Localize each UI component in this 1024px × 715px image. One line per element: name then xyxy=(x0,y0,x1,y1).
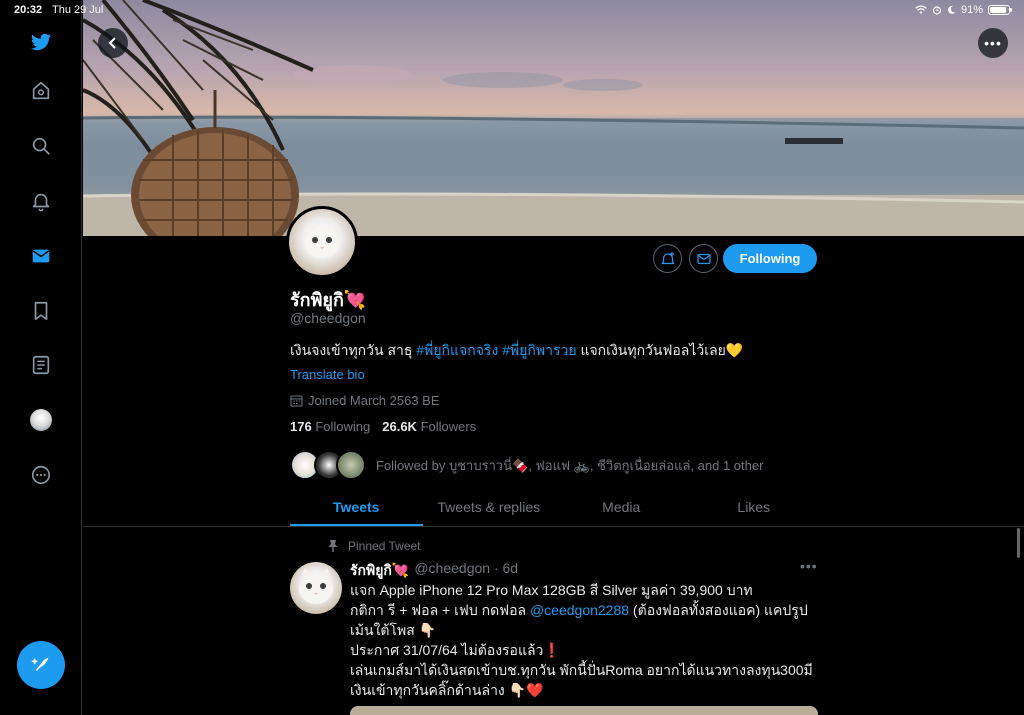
tweet-line: ประกาศ 31/07/64 ไม่ต้องรอแล้ว❗️ xyxy=(350,642,561,658)
tab-tweets[interactable]: Tweets xyxy=(290,490,423,526)
mail-icon[interactable] xyxy=(27,242,55,270)
tab-media[interactable]: Media xyxy=(555,490,688,526)
profile-banner xyxy=(83,0,1024,236)
chevron-left-icon xyxy=(108,37,116,49)
battery-icon xyxy=(988,5,1012,15)
bio-hashtag-link[interactable]: #พี่ยูกิพารวย xyxy=(502,342,576,358)
calendar-icon xyxy=(290,395,303,407)
tab-tweets-replies[interactable]: Tweets & replies xyxy=(423,490,556,526)
scrollbar[interactable] xyxy=(1017,528,1020,558)
following-button[interactable]: Following xyxy=(723,244,817,273)
bio-text: เงินจงเข้าทุกวัน สาธุ xyxy=(290,342,417,358)
profile-more-button[interactable]: ••• xyxy=(978,28,1008,58)
status-bar: 20:32 Thu 29 Jul 91% xyxy=(0,0,1024,20)
profile-tabs: Tweets Tweets & replies Media Likes xyxy=(290,490,820,526)
profile-avatar-icon[interactable] xyxy=(27,406,55,434)
cat-avatar-image xyxy=(299,568,333,604)
tweet-author-name[interactable]: รักพิยูกิ💘 xyxy=(350,560,409,582)
cat-avatar-image xyxy=(305,223,339,258)
tab-likes[interactable]: Likes xyxy=(688,490,821,526)
tweet-line-part: (ต้องฟอลทั้งสองแอค) แคปรูป xyxy=(629,602,808,618)
more-circle-icon[interactable] xyxy=(27,461,55,489)
translate-bio-link[interactable]: Translate bio xyxy=(290,367,365,382)
tweet-line: กติกา รี + ฟอล + เฟบ กดฟอล @ceedgon2288 … xyxy=(350,600,820,620)
compose-tweet-button[interactable] xyxy=(17,641,65,689)
mention-link[interactable]: @ceedgon2288 xyxy=(530,602,629,618)
profile-bio: เงินจงเข้าทุกวัน สาธุ #พี่ยูกิแจกจริง #พ… xyxy=(290,340,743,362)
search-icon[interactable] xyxy=(27,132,55,160)
profile-avatar[interactable] xyxy=(286,206,358,278)
list-icon[interactable] xyxy=(27,351,55,379)
tweet-more-button[interactable]: ••• xyxy=(800,558,818,574)
bell-icon[interactable] xyxy=(27,187,55,215)
followed-by-avatars xyxy=(290,448,370,482)
bio-hashtag-link[interactable]: #พี่ยูกิแจกจริง xyxy=(416,342,498,358)
tweet-line: เม้นใต้โพส 👇🏻 xyxy=(350,622,437,638)
feather-plus-icon xyxy=(31,657,49,671)
tweet-line: เล่นเกมส์มาได้เงินสดเข้าบช.ทุกวัน พักนี้… xyxy=(350,662,813,678)
back-button[interactable] xyxy=(98,28,128,58)
sidebar xyxy=(0,0,82,715)
notifications-subscribe-button[interactable] xyxy=(653,244,682,273)
bio-tail: แจกเงินทุกวันฟอลไว้เลย💛 xyxy=(576,342,744,358)
wifi-icon xyxy=(915,5,927,14)
tweet-media-image[interactable] xyxy=(350,706,818,715)
followers-count: 26.6K xyxy=(382,419,417,434)
alarm-icon xyxy=(932,6,942,15)
follow-counts: 176 Following 26.6K Followers xyxy=(290,419,476,434)
banner-beach-image xyxy=(83,0,1024,236)
following-label: Following xyxy=(315,419,371,434)
tweet-header: รักพิยูกิ💘 @cheedgon · 6d xyxy=(350,560,518,582)
profile-handle: @cheedgon xyxy=(290,310,366,326)
tweet-line: เงินเข้าทุกวันคลิ๊กด้านล่าง 👇🏻❤️ xyxy=(350,682,544,698)
joined-date: Joined March 2563 BE xyxy=(290,393,440,408)
battery-percent: 91% xyxy=(960,4,983,16)
joined-text: Joined March 2563 BE xyxy=(308,393,440,408)
tweet-handle-time: @cheedgon · 6d xyxy=(414,560,519,576)
divider xyxy=(83,526,1024,527)
tweet-author-avatar[interactable] xyxy=(290,562,342,614)
message-button[interactable] xyxy=(689,244,718,273)
status-right: 91% xyxy=(915,4,1012,16)
following-count-link[interactable]: 176 Following xyxy=(290,419,370,434)
followers-count-link[interactable]: 26.6K Followers xyxy=(382,419,476,434)
tweet-line-part: กติกา รี + ฟอล + เฟบ กดฟอล xyxy=(350,602,530,618)
bell-plus-icon xyxy=(660,251,675,264)
mail-outline-icon xyxy=(696,253,711,264)
bookmark-icon[interactable] xyxy=(27,297,55,325)
pinned-indicator: Pinned Tweet xyxy=(326,539,421,553)
tweet-text: แจก Apple iPhone 12 Pro Max 128GB สี Sil… xyxy=(350,580,820,700)
status-time: 20:32 xyxy=(14,4,43,16)
status-date: Thu 29 Jul xyxy=(52,4,104,16)
home-icon[interactable] xyxy=(27,77,55,105)
moon-icon xyxy=(948,5,956,14)
avatar xyxy=(336,450,366,480)
tweet-line: แจก Apple iPhone 12 Pro Max 128GB สี Sil… xyxy=(350,582,753,598)
followers-label: Followers xyxy=(420,419,477,434)
pinned-label: Pinned Tweet xyxy=(348,539,421,553)
following-count: 176 xyxy=(290,419,312,434)
twitter-logo-icon[interactable] xyxy=(27,28,55,56)
followed-by-row[interactable]: Followed by บูชาบราวนี่🍫, ฟอแฟ 🚲, ชีวิตก… xyxy=(290,448,763,482)
battery-level xyxy=(990,7,1007,13)
followed-by-text: Followed by บูชาบราวนี่🍫, ฟอแฟ 🚲, ชีวิตก… xyxy=(376,457,764,473)
pin-icon xyxy=(328,540,338,552)
more-dots-icon: ••• xyxy=(984,35,1002,51)
